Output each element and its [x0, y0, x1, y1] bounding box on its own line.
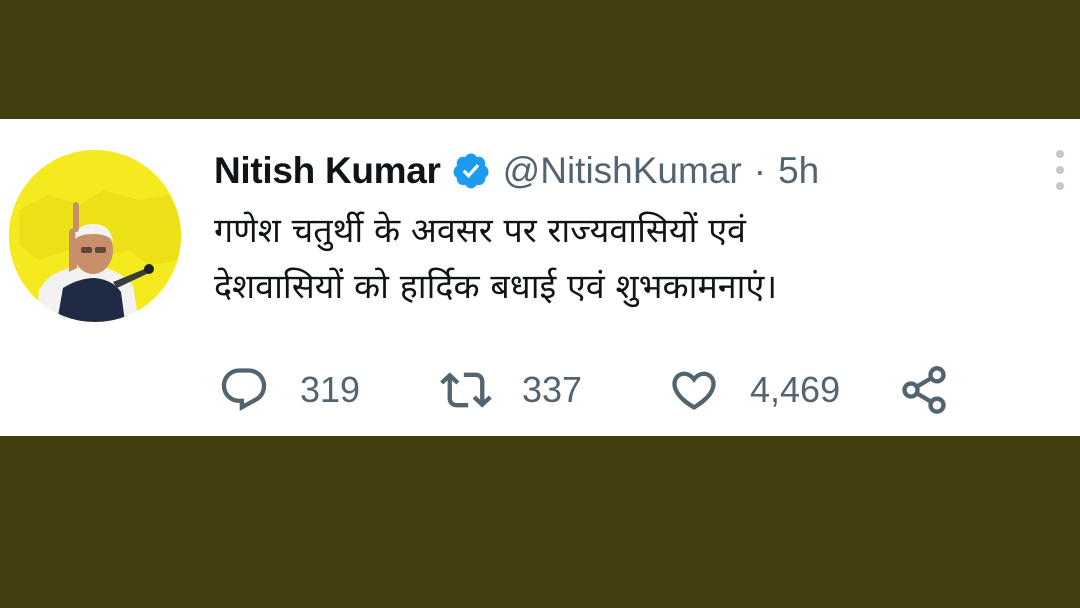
tweet-header: Nitish Kumar @NitishKumar · 5h — [214, 147, 819, 195]
like-count: 4,469 — [750, 369, 841, 410]
verified-badge-icon — [453, 153, 489, 189]
tweet-timestamp[interactable]: 5h — [778, 150, 819, 192]
page: Nitish Kumar @NitishKumar · 5h गणेश चतुर… — [0, 0, 1080, 608]
like-button[interactable]: 4,469 — [668, 364, 840, 416]
reply-icon — [221, 368, 267, 412]
separator-dot: · — [753, 150, 767, 191]
reply-button[interactable]: 319 — [218, 364, 360, 416]
tweet-actions: 319 337 4,469 — [218, 364, 978, 416]
user-handle[interactable]: @NitishKumar — [503, 150, 742, 192]
share-button[interactable] — [898, 364, 950, 416]
retweet-icon — [440, 372, 492, 408]
retweet-count: 337 — [522, 369, 583, 410]
heart-icon — [672, 371, 716, 410]
tweet-text: गणेश चतुर्थी के अवसर पर राज्यवासियों एवं… — [214, 203, 1034, 315]
retweet-button[interactable]: 337 — [440, 364, 582, 416]
tweet-text-line: देशवासियों को हार्दिक बधाई एवं शुभकामनाए… — [214, 267, 778, 307]
display-name[interactable]: Nitish Kumar — [214, 150, 441, 192]
tweet-card[interactable]: Nitish Kumar @NitishKumar · 5h गणेश चतुर… — [0, 119, 1080, 436]
tweet-text-line: गणेश चतुर्थी के अवसर पर राज्यवासियों एवं — [214, 211, 746, 251]
avatar[interactable] — [9, 150, 181, 322]
avatar-image — [9, 150, 181, 322]
share-icon — [902, 366, 946, 414]
reply-count: 319 — [300, 369, 361, 410]
more-options-icon[interactable] — [1052, 149, 1068, 191]
